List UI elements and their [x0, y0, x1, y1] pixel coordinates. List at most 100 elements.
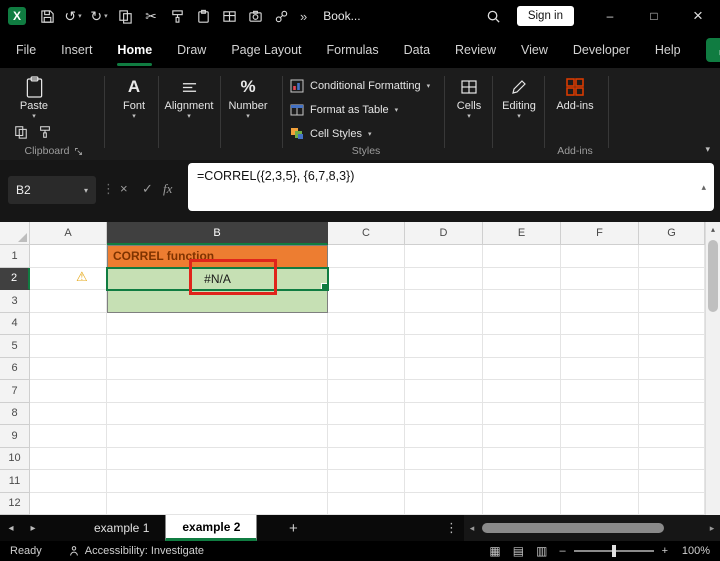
- row-header-3[interactable]: 3: [0, 290, 30, 313]
- cell-A2[interactable]: [30, 267, 107, 290]
- row-header-4[interactable]: 4: [0, 312, 30, 335]
- row-header-7[interactable]: 7: [0, 380, 30, 403]
- cell-C4[interactable]: [328, 312, 405, 335]
- cell-A9[interactable]: [30, 425, 107, 448]
- close-button[interactable]: ×: [676, 0, 720, 32]
- column-header-A[interactable]: A: [30, 222, 107, 245]
- camera-button[interactable]: [242, 0, 268, 32]
- tab-scroll-left-icon[interactable]: ◂: [0, 523, 22, 534]
- cell-G4[interactable]: [639, 312, 705, 335]
- cell-G5[interactable]: [639, 335, 705, 358]
- row-header-6[interactable]: 6: [0, 357, 30, 380]
- cell-A6[interactable]: [30, 357, 107, 380]
- cell-B7[interactable]: [107, 380, 328, 403]
- cell-F10[interactable]: [561, 447, 639, 470]
- tab-home[interactable]: Home: [117, 43, 152, 66]
- cell-B11[interactable]: [107, 470, 328, 493]
- cell-C12[interactable]: [328, 492, 405, 515]
- column-header-B[interactable]: B: [107, 222, 328, 245]
- enter-icon[interactable]: ✓: [142, 182, 153, 195]
- cell-A3[interactable]: [30, 290, 107, 313]
- cell-A11[interactable]: [30, 470, 107, 493]
- cell-D11[interactable]: [405, 470, 483, 493]
- format-painter-icon[interactable]: [38, 125, 52, 139]
- cell-D2[interactable]: [405, 267, 483, 290]
- cell-E8[interactable]: [483, 402, 561, 425]
- cell-G12[interactable]: [639, 492, 705, 515]
- collapse-ribbon-button[interactable]: ▾: [705, 144, 710, 155]
- cell-G10[interactable]: [639, 447, 705, 470]
- cut-button[interactable]: ✂: [138, 0, 164, 32]
- zoom-slider[interactable]: [573, 545, 654, 557]
- row-header-11[interactable]: 11: [0, 470, 30, 493]
- cell-G6[interactable]: [639, 357, 705, 380]
- view-normal-icon[interactable]: ▦: [489, 545, 500, 557]
- row-header-5[interactable]: 5: [0, 335, 30, 358]
- vertical-scroll-thumb[interactable]: [708, 240, 718, 312]
- cell-B5[interactable]: [107, 335, 328, 358]
- cell-G9[interactable]: [639, 425, 705, 448]
- copy-icon[interactable]: [14, 125, 28, 139]
- zoom-level[interactable]: 100%: [676, 545, 710, 557]
- cell-G1[interactable]: [639, 245, 705, 268]
- cell-F9[interactable]: [561, 425, 639, 448]
- new-sheet-button[interactable]: +: [283, 520, 303, 537]
- tab-review[interactable]: Review: [455, 43, 496, 57]
- format-painter-button[interactable]: [164, 0, 190, 32]
- row-header-12[interactable]: 12: [0, 492, 30, 515]
- dialog-launcher-icon[interactable]: [74, 147, 83, 156]
- cell-E12[interactable]: [483, 492, 561, 515]
- excel-logo-icon[interactable]: X: [8, 7, 26, 25]
- cell-F7[interactable]: [561, 380, 639, 403]
- link-button[interactable]: [268, 0, 294, 32]
- cell-B9[interactable]: [107, 425, 328, 448]
- copy-button[interactable]: [112, 0, 138, 32]
- cell-F12[interactable]: [561, 492, 639, 515]
- sheet-options-icon[interactable]: ⋮: [445, 520, 458, 536]
- cell-C6[interactable]: [328, 357, 405, 380]
- cell-B6[interactable]: [107, 357, 328, 380]
- cell-B8[interactable]: [107, 402, 328, 425]
- cell-C3[interactable]: [328, 290, 405, 313]
- row-header-2[interactable]: 2: [0, 267, 30, 290]
- redo-button[interactable]: ↻ ▾: [86, 0, 112, 32]
- cell-A1[interactable]: [30, 245, 107, 268]
- number-button[interactable]: % Number ▾: [224, 74, 272, 124]
- column-header-E[interactable]: E: [483, 222, 561, 245]
- tab-file[interactable]: File: [16, 43, 36, 57]
- tab-scroll-right-icon[interactable]: ▸: [22, 523, 44, 534]
- cell-E4[interactable]: [483, 312, 561, 335]
- tab-data[interactable]: Data: [404, 43, 430, 57]
- cell-E9[interactable]: [483, 425, 561, 448]
- row-header-9[interactable]: 9: [0, 425, 30, 448]
- cell-F11[interactable]: [561, 470, 639, 493]
- cell-F1[interactable]: [561, 245, 639, 268]
- more-options-icon[interactable]: ⋮: [102, 182, 115, 195]
- cell-C8[interactable]: [328, 402, 405, 425]
- tab-insert[interactable]: Insert: [61, 43, 92, 57]
- zoom-slider-thumb[interactable]: [611, 545, 616, 557]
- scroll-left-icon[interactable]: ◂: [464, 523, 480, 534]
- cell-B12[interactable]: [107, 492, 328, 515]
- cancel-icon[interactable]: ×: [120, 182, 128, 195]
- insert-function-icon[interactable]: fx: [163, 182, 172, 195]
- cell-C5[interactable]: [328, 335, 405, 358]
- maximize-button[interactable]: □: [632, 0, 676, 32]
- cells-button[interactable]: Cells ▾: [448, 74, 490, 124]
- font-button[interactable]: A Font ▾: [112, 74, 156, 124]
- cell-E6[interactable]: [483, 357, 561, 380]
- cell-D4[interactable]: [405, 312, 483, 335]
- tab-draw[interactable]: Draw: [177, 43, 206, 57]
- cell-A7[interactable]: [30, 380, 107, 403]
- error-checking-warning-icon[interactable]: ⚠: [76, 270, 88, 283]
- cell-C1[interactable]: [328, 245, 405, 268]
- cell-F4[interactable]: [561, 312, 639, 335]
- paste-button[interactable]: Paste ▾: [10, 74, 58, 124]
- cell-F5[interactable]: [561, 335, 639, 358]
- cell-E2[interactable]: [483, 267, 561, 290]
- row-header-10[interactable]: 10: [0, 447, 30, 470]
- cell-G3[interactable]: [639, 290, 705, 313]
- cell-D3[interactable]: [405, 290, 483, 313]
- cell-E3[interactable]: [483, 290, 561, 313]
- view-page-break-icon[interactable]: ▥: [536, 545, 547, 557]
